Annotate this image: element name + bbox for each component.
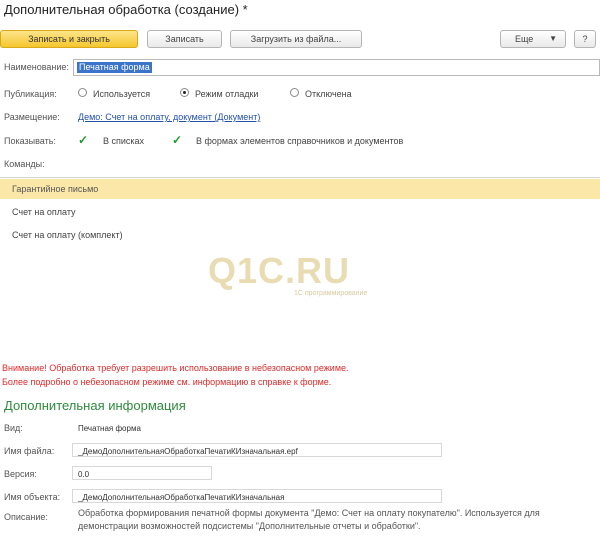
object-value: _ДемоДополнительнаяОбработкаПечатиКИзнач… xyxy=(78,493,285,502)
name-label: Наименование: xyxy=(4,62,69,72)
placement-label: Размещение: xyxy=(4,112,60,122)
window-title: Дополнительная обработка (создание) * xyxy=(4,2,248,17)
name-input[interactable]: Печатная форма xyxy=(73,59,600,76)
help-button[interactable]: ? xyxy=(574,30,596,48)
chevron-down-icon: ▼ xyxy=(549,34,557,43)
radio-used[interactable] xyxy=(78,88,87,97)
radio-debug[interactable] xyxy=(180,88,189,97)
description-value: Обработка формирования печатной формы до… xyxy=(78,508,540,531)
show-in-forms-label: В формах элементов справочников и докуме… xyxy=(196,136,404,146)
version-label: Версия: xyxy=(4,469,37,479)
list-item[interactable]: Счет на оплату (комплект) xyxy=(0,225,600,245)
watermark-logo: Q1C.RU xyxy=(208,250,351,291)
placement-link[interactable]: Демо: Счет на оплату, документ (Документ… xyxy=(78,112,260,122)
radio-used-label: Используется xyxy=(93,89,151,99)
more-label: Еще xyxy=(515,34,534,44)
name-input-value: Печатная форма xyxy=(77,62,152,73)
commands-label: Команды: xyxy=(4,159,45,169)
list-item[interactable]: Гарантийное письмо xyxy=(0,179,600,199)
load-from-file-button[interactable]: Загрузить из файла... xyxy=(230,30,362,48)
kind-value: Печатная форма xyxy=(78,424,141,433)
radio-debug-label: Режим отладки xyxy=(195,89,259,99)
section-title: Дополнительная информация xyxy=(4,398,186,413)
object-label: Имя объекта: xyxy=(4,492,61,502)
version-field xyxy=(72,466,212,480)
save-and-close-button[interactable]: Записать и закрыть xyxy=(0,30,138,48)
list-item[interactable]: Счет на оплату xyxy=(0,202,600,222)
radio-disabled-label: Отключена xyxy=(305,89,352,99)
save-button[interactable]: Записать xyxy=(147,30,222,48)
warning-text-2: Более подробно о небезопасном режиме см.… xyxy=(2,377,332,387)
publication-label: Публикация: xyxy=(4,89,57,99)
version-value: 0.0 xyxy=(78,470,90,479)
show-in-lists-checkbox[interactable]: ✓ xyxy=(78,134,88,146)
kind-label: Вид: xyxy=(4,423,23,433)
file-label: Имя файла: xyxy=(4,446,55,456)
radio-disabled[interactable] xyxy=(290,88,299,97)
warning-text-1: Внимание! Обработка требует разрешить ис… xyxy=(2,363,349,373)
show-label: Показывать: xyxy=(4,136,56,146)
file-value: _ДемоДополнительнаяОбработкаПечатиКИзнач… xyxy=(78,447,298,456)
more-menu-button[interactable]: Еще ▼ xyxy=(500,30,566,48)
description-label: Описание: xyxy=(4,512,48,522)
show-in-lists-label: В списках xyxy=(103,136,145,146)
watermark-subtitle: 1С программирование xyxy=(294,290,368,297)
show-in-forms-checkbox[interactable]: ✓ xyxy=(172,134,182,146)
